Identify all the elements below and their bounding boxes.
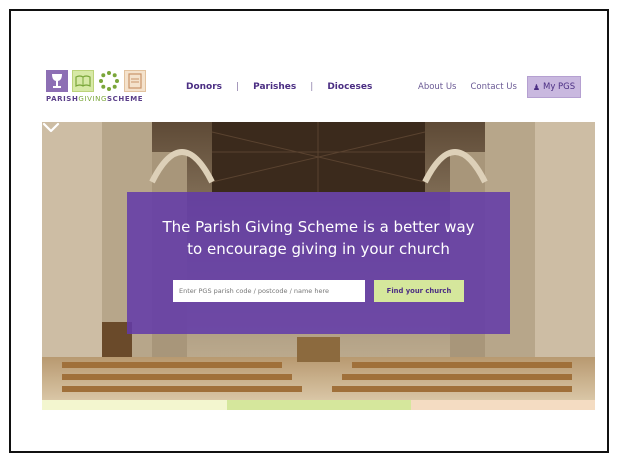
user-icon: ♟ xyxy=(532,82,540,92)
contact-us-link[interactable]: Contact Us xyxy=(470,82,516,92)
site-header: PARISHGIVINGSCHEME Donors | Parishes | D… xyxy=(46,70,586,104)
hero-headline: The Parish Giving Scheme is a better way… xyxy=(162,218,475,258)
nav-dioceses-link[interactable]: Dioceses xyxy=(327,82,372,92)
hero-overlay-panel: The Parish Giving Scheme is a better way… xyxy=(127,192,510,334)
logo-tiles xyxy=(46,70,146,92)
open-book-icon xyxy=(72,70,94,92)
about-us-link[interactable]: About Us xyxy=(418,82,456,92)
nav-donors-link[interactable]: Donors xyxy=(186,82,222,92)
circle-of-dots-icon xyxy=(98,70,120,92)
color-band xyxy=(42,400,595,410)
nav-parishes-link[interactable]: Parishes xyxy=(253,82,296,92)
church-search-input[interactable] xyxy=(173,280,365,302)
nav-separator: | xyxy=(236,82,240,92)
secondary-nav: About Us Contact Us xyxy=(418,82,531,92)
peach-band xyxy=(411,400,595,410)
main-nav: Donors | Parishes | Dioceses xyxy=(186,82,372,92)
my-pgs-label: My PGS xyxy=(542,82,576,92)
logo-wordmark: PARISHGIVINGSCHEME xyxy=(46,95,144,103)
nav-separator: | xyxy=(310,82,314,92)
chevron-down-icon[interactable] xyxy=(42,122,60,134)
find-your-church-button[interactable]: Find your church xyxy=(374,280,464,302)
chalice-icon xyxy=(46,70,68,92)
hero-banner: The Parish Giving Scheme is a better way… xyxy=(42,122,595,400)
my-pgs-button[interactable]: ♟ My PGS xyxy=(527,76,581,98)
green-band xyxy=(227,400,411,410)
document-icon xyxy=(124,70,146,92)
yellow-band xyxy=(42,400,227,410)
parish-giving-scheme-logo[interactable]: PARISHGIVINGSCHEME xyxy=(46,70,166,104)
